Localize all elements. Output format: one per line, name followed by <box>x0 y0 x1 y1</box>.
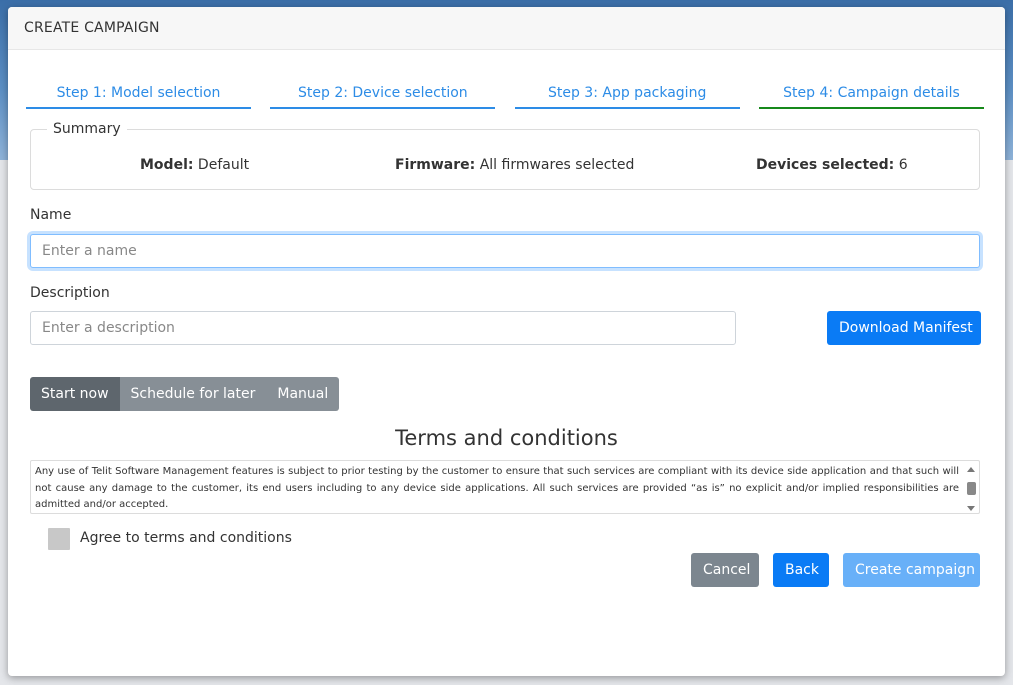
summary-devices-label: Devices selected: <box>756 157 895 173</box>
tab-step-3-app-packaging[interactable]: Step 3: App packaging <box>514 83 740 109</box>
modal-title: CREATE CAMPAIGN <box>8 7 1005 50</box>
name-label: Name <box>30 207 72 223</box>
create-campaign-modal: CREATE CAMPAIGN Step 1: Model selection … <box>8 7 1005 676</box>
summary-firmware-label: Firmware: <box>395 157 476 173</box>
summary-model-value: Default <box>197 157 250 173</box>
description-input[interactable] <box>30 311 736 345</box>
summary-legend: Summary <box>47 121 127 137</box>
schedule-later-button[interactable]: Schedule for later <box>119 377 267 411</box>
terms-scrollbar[interactable] <box>966 467 977 511</box>
summary-firmware-value: All firmwares selected <box>479 157 635 173</box>
agree-terms-checkbox[interactable] <box>48 528 70 550</box>
start-now-button[interactable]: Start now <box>30 377 120 411</box>
back-button[interactable]: Back <box>773 553 829 587</box>
name-input[interactable] <box>30 234 980 268</box>
summary-devices-value: 6 <box>898 157 908 173</box>
tab-step-4-campaign-details[interactable]: Step 4: Campaign details <box>758 83 984 109</box>
summary-devices: Devices selected: 6 <box>756 157 908 173</box>
manual-button[interactable]: Manual <box>266 377 340 411</box>
schedule-toggle-group: Start now Schedule for later Manual <box>30 377 340 411</box>
summary-firmware: Firmware: All firmwares selected <box>395 157 634 173</box>
tab-step-2-device-selection[interactable]: Step 2: Device selection <box>270 83 496 109</box>
summary-model-label: Model: <box>140 157 194 173</box>
summary-panel: Summary Model: Default Firmware: All fir… <box>30 121 980 190</box>
summary-model: Model: Default <box>140 157 249 173</box>
download-manifest-button[interactable]: Download Manifest <box>827 311 981 345</box>
cancel-button[interactable]: Cancel <box>691 553 759 587</box>
tab-step-1-model-selection[interactable]: Step 1: Model selection <box>26 83 251 109</box>
scroll-thumb[interactable] <box>967 482 976 495</box>
scroll-up-arrow-icon[interactable] <box>967 467 975 472</box>
scroll-down-arrow-icon[interactable] <box>967 506 975 511</box>
wizard-steps: Step 1: Model selection Step 2: Device s… <box>26 83 984 109</box>
terms-text: Any use of Telit Software Management fea… <box>35 466 959 510</box>
terms-title: Terms and conditions <box>395 426 618 450</box>
agree-terms-label: Agree to terms and conditions <box>80 530 292 546</box>
create-campaign-button[interactable]: Create campaign <box>843 553 980 587</box>
terms-textarea[interactable]: Any use of Telit Software Management fea… <box>30 460 980 514</box>
description-label: Description <box>30 285 110 301</box>
